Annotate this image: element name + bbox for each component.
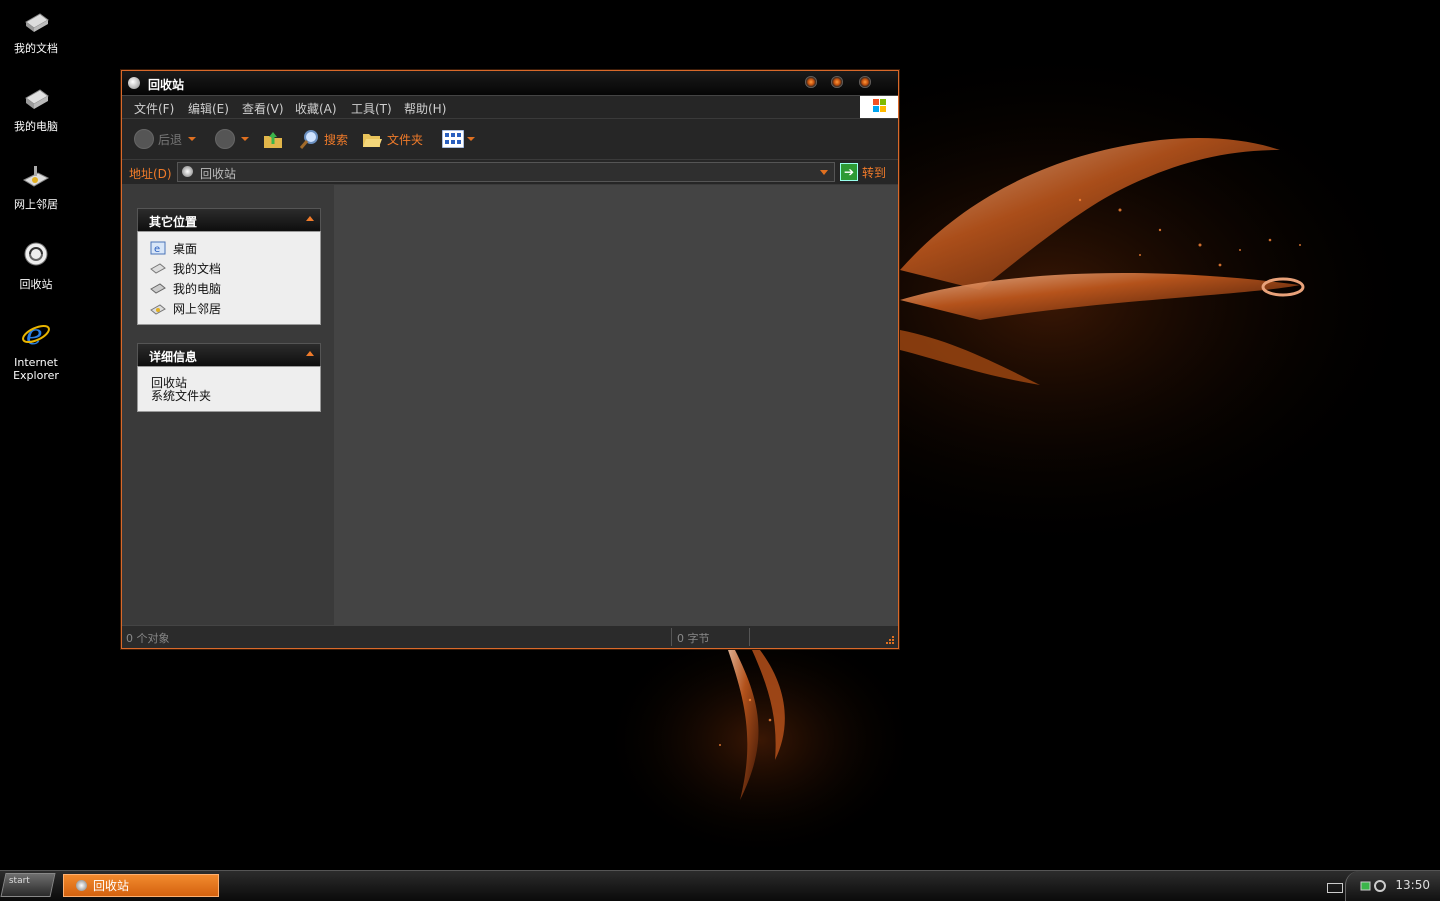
file-list-area[interactable]: [334, 185, 898, 625]
clock[interactable]: 13:50: [1395, 878, 1430, 892]
internet-explorer-icon: e: [22, 318, 50, 351]
search-button[interactable]: 搜索: [298, 127, 348, 151]
folders-label: 文件夹: [387, 132, 424, 147]
task-pane: 其它位置 e 桌面 我的文档 我的电脑 网上邻居 详细信息 回收站 系统文件夹: [122, 185, 334, 625]
menu-help[interactable]: 帮助(H): [404, 100, 446, 117]
back-label: 后退: [158, 132, 183, 147]
menu-bar: 文件(F) 编辑(E) 查看(V) 收藏(A) 工具(T) 帮助(H): [122, 96, 898, 119]
other-places-list: e 桌面 我的文档 我的电脑 网上邻居: [137, 231, 321, 325]
recycle-bin-small-icon: [182, 166, 193, 177]
go-button[interactable]: ➔ 转到: [840, 162, 886, 182]
address-bar: 地址(D) 回收站 ➔ 转到: [122, 160, 898, 185]
toolbar: 后退 搜索 文件夹: [122, 119, 898, 160]
windows-logo-icon: [860, 96, 898, 118]
other-places-header[interactable]: 其它位置: [137, 208, 321, 231]
details-panel: 详细信息 回收站 系统文件夹: [137, 343, 321, 412]
desktop-icon-label: 回收站: [19, 278, 53, 291]
taskbar: start 回收站 13:50: [0, 870, 1440, 901]
menu-favorites[interactable]: 收藏(A): [295, 100, 337, 117]
menu-edit[interactable]: 编辑(E): [188, 100, 229, 117]
forward-arrow-icon: [215, 129, 235, 149]
taskbar-item-recycle-bin[interactable]: 回收站: [63, 874, 219, 897]
place-link-my-computer[interactable]: 我的电脑: [150, 278, 320, 298]
address-value: 回收站: [200, 167, 237, 181]
chevron-down-icon[interactable]: [820, 170, 828, 175]
other-places-panel: 其它位置 e 桌面 我的文档 我的电脑 网上邻居: [137, 208, 321, 325]
desktop-icon-internet-explorer[interactable]: e Internet Explorer: [0, 318, 72, 382]
search-label: 搜索: [324, 132, 349, 147]
panel-title: 详细信息: [149, 350, 198, 364]
details-type: 系统文件夹: [151, 389, 212, 403]
menu-file[interactable]: 文件(F): [134, 100, 174, 117]
desktop-icon-label: 我的电脑: [14, 120, 58, 133]
folder-icon: [363, 134, 382, 147]
keyboard-icon[interactable]: [1327, 883, 1343, 893]
up-folder-icon: [264, 132, 282, 148]
back-arrow-icon: [134, 129, 154, 149]
taskbar-item-label: 回收站: [93, 879, 130, 893]
close-button[interactable]: [859, 76, 871, 88]
desktop-icon-my-documents[interactable]: 我的文档: [0, 4, 72, 55]
address-label: 地址(D): [129, 167, 172, 181]
views-button[interactable]: [442, 127, 475, 151]
my-documents-icon: [25, 13, 49, 32]
desktop-icon-label: 网上邻居: [14, 198, 58, 211]
tray-status-icons[interactable]: [1360, 879, 1388, 893]
desktop-icon-label: Internet Explorer: [13, 356, 59, 382]
svg-text:e: e: [26, 318, 43, 350]
desktop-icon-label: 我的文档: [14, 42, 58, 55]
network-places-icon: [150, 304, 166, 315]
title-bar[interactable]: 回收站: [122, 71, 898, 96]
maximize-button[interactable]: [831, 76, 843, 88]
status-size: 0 字节: [677, 632, 710, 645]
folders-button[interactable]: 文件夹: [361, 127, 423, 151]
menu-view[interactable]: 查看(V): [242, 100, 284, 117]
recycle-bin-small-icon: [128, 77, 140, 89]
start-label: start: [8, 876, 30, 886]
svg-text:e: e: [154, 244, 160, 255]
details-body: 回收站 系统文件夹: [137, 366, 321, 412]
status-separator: [749, 628, 750, 646]
system-tray: 13:50: [1345, 871, 1440, 901]
desktop-icon-network[interactable]: 网上邻居: [0, 160, 72, 211]
recycle-bin-small-icon: [76, 880, 87, 891]
start-button[interactable]: start: [0, 873, 56, 897]
chevron-up-icon[interactable]: [306, 216, 314, 221]
go-arrow-icon: ➔: [840, 163, 858, 181]
recycle-bin-icon: [24, 242, 48, 266]
network-places-icon: [22, 166, 50, 187]
recycle-bin-window: 回收站 文件(F) 编辑(E) 查看(V) 收藏(A) 工具(T) 帮助(H) …: [121, 70, 899, 649]
place-link-desktop[interactable]: e 桌面: [150, 238, 320, 258]
status-bar: 0 个对象 0 字节: [122, 625, 898, 648]
desktop-icon-my-computer[interactable]: 我的电脑: [0, 82, 72, 133]
my-computer-icon: [25, 89, 49, 109]
views-grid-icon: [442, 130, 464, 148]
forward-button[interactable]: [215, 127, 249, 151]
place-link-network[interactable]: 网上邻居: [150, 298, 320, 318]
details-header[interactable]: 详细信息: [137, 343, 321, 366]
back-button[interactable]: 后退: [134, 127, 197, 151]
window-title: 回收站: [148, 78, 185, 92]
desktop-icon: e: [150, 241, 166, 255]
panel-title: 其它位置: [149, 215, 198, 229]
chevron-up-icon[interactable]: [306, 351, 314, 356]
chevron-down-icon: [188, 137, 197, 141]
chevron-down-icon: [241, 137, 249, 141]
resize-grip-icon[interactable]: [885, 635, 895, 645]
up-folder-button[interactable]: [262, 127, 284, 151]
place-link-my-documents[interactable]: 我的文档: [150, 258, 320, 278]
chevron-down-icon: [467, 137, 475, 141]
my-computer-icon: [150, 283, 166, 294]
status-object-count: 0 个对象: [126, 632, 170, 645]
search-icon: [299, 130, 318, 149]
go-label: 转到: [862, 165, 887, 180]
menu-tools[interactable]: 工具(T): [351, 100, 392, 117]
address-input[interactable]: 回收站: [177, 162, 835, 182]
my-documents-icon: [150, 263, 166, 274]
minimize-button[interactable]: [805, 76, 817, 88]
status-separator: [671, 628, 672, 646]
desktop-icon-recycle-bin[interactable]: 回收站: [0, 240, 72, 291]
